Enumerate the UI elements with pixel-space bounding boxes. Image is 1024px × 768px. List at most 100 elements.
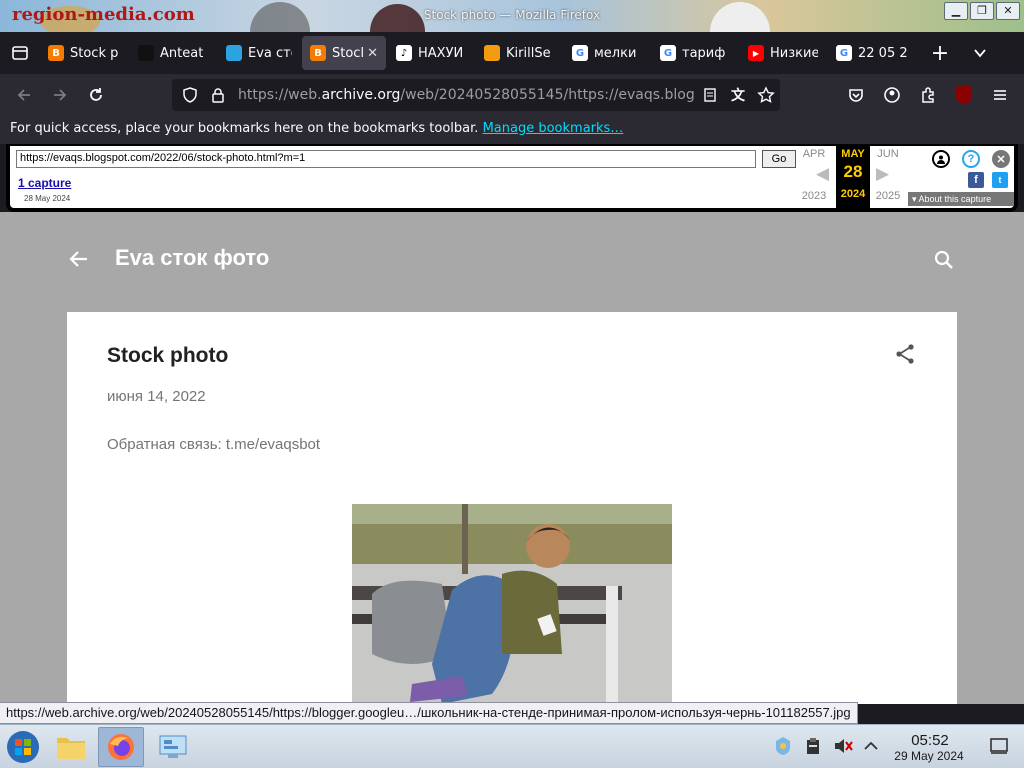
tray-network-icon[interactable] (772, 735, 794, 757)
captures-link[interactable]: 1 capture (18, 176, 71, 190)
post-body-text: Обратная связь: t.me/evaqsbot (107, 436, 321, 453)
tracking-protection-icon[interactable] (176, 81, 204, 109)
post-date: июня 14, 2022 (107, 388, 206, 405)
wayback-toolbar: https://evaqs.blogspot.com/2022/06/stock… (6, 144, 1018, 212)
tab-close-icon[interactable]: ✕ (367, 46, 378, 61)
bookmark-star-icon[interactable] (752, 81, 780, 109)
tab-9[interactable]: ▶ Низкие (740, 36, 826, 70)
window-titlebar: region-media.com Stock photo — Mozilla F… (0, 0, 1024, 32)
back-button[interactable] (6, 77, 42, 113)
prev-month-label[interactable]: APR (796, 148, 832, 160)
post-card: Stock photo июня 14, 2022 Обратная связь… (67, 312, 957, 704)
blog-title[interactable]: Eva сток фото (115, 245, 269, 271)
forward-button[interactable] (42, 77, 78, 113)
url-prefix: https://web. (238, 87, 322, 103)
tray-clipboard-icon[interactable] (802, 735, 824, 757)
google-icon: G (660, 45, 676, 61)
tab-label: Anteat (160, 45, 204, 61)
tab-6[interactable]: KirillSe (476, 36, 562, 70)
google-icon: G (836, 45, 852, 61)
search-icon[interactable] (932, 248, 956, 272)
wayback-url-input[interactable]: https://evaqs.blogspot.com/2022/06/stock… (16, 150, 756, 168)
bookmarks-toolbar: For quick access, place your bookmarks h… (0, 116, 1024, 144)
current-day: 28 (843, 162, 863, 181)
menu-icon[interactable] (982, 77, 1018, 113)
google-icon: G (572, 45, 588, 61)
page-content: Eva сток фото Stock photo июня 14, 2022 … (0, 212, 1024, 704)
tab-label: Низкие (770, 45, 818, 61)
manage-bookmarks-link[interactable]: Manage bookmarks… (483, 121, 624, 136)
new-tab-button[interactable]: + (920, 32, 960, 74)
share-icon[interactable] (893, 342, 917, 366)
tab-label: 22 05 2 (858, 45, 908, 61)
help-icon[interactable]: ? (962, 150, 980, 168)
close-button[interactable]: ✕ (996, 2, 1020, 20)
tray-overflow-chevron-icon[interactable] (860, 735, 882, 757)
boy-on-bench-photo (352, 504, 672, 704)
tab-8[interactable]: Gтариф (652, 36, 738, 70)
control-panel-icon (159, 735, 187, 758)
start-button[interactable] (0, 727, 46, 767)
window-title: Stock photo — Mozilla Firefox (423, 8, 601, 22)
about-capture-button[interactable]: ▾ About this capture (908, 192, 1014, 206)
tab-2[interactable]: Anteat (130, 36, 216, 70)
url-text[interactable]: https://web.archive.org/web/202405280551… (238, 87, 696, 103)
minimize-button[interactable]: ▁ (944, 2, 968, 20)
blogger-icon: B (310, 45, 326, 61)
url-host: archive.org (321, 87, 401, 103)
captures-date: 28 May 2024 (24, 194, 71, 203)
wayback-account-icon[interactable] (932, 150, 950, 168)
facebook-icon[interactable]: f (968, 172, 984, 188)
wayback-go-button[interactable]: Go (762, 150, 796, 168)
maximize-button[interactable]: ❐ (970, 2, 994, 20)
telegram-icon (226, 45, 242, 61)
tab-7[interactable]: Gмелки (564, 36, 650, 70)
post-title[interactable]: Stock photo (107, 344, 228, 368)
tab-overflow-button[interactable] (960, 32, 1000, 74)
firefox-icon (108, 734, 134, 760)
tab-3[interactable]: Eva сто (218, 36, 300, 70)
reload-button[interactable] (78, 77, 114, 113)
pocket-icon[interactable] (838, 77, 874, 113)
next-year-label[interactable]: 2025 (870, 190, 906, 202)
extensions-icon[interactable] (910, 77, 946, 113)
close-toolbar-icon[interactable]: ✕ (992, 150, 1010, 168)
translate-icon[interactable]: 文 (724, 81, 752, 109)
current-capture-date: MAY 28 2024 (836, 146, 870, 208)
blogger-icon: B (48, 45, 64, 61)
firefox-view-button[interactable] (0, 32, 40, 74)
prev-capture-arrow[interactable]: ◀ (816, 164, 829, 184)
clock-date[interactable]: 29 May 2024 (884, 749, 974, 763)
tab-label: KirillSe (506, 45, 551, 61)
ublock-icon[interactable] (946, 77, 982, 113)
youtube-icon: ▶ (748, 45, 764, 61)
back-arrow-icon[interactable] (66, 246, 92, 272)
tab-label: мелки (594, 45, 637, 61)
lock-icon[interactable] (204, 81, 232, 109)
tab-list: B Stock p Anteat Eva сто B Stock ✕ ♪ НАХУЙ Kirill… (40, 36, 920, 70)
prev-year-label[interactable]: 2023 (796, 190, 832, 202)
clock-time[interactable]: 05:52 (890, 732, 970, 749)
tab-5[interactable]: ♪ НАХУЙ (388, 36, 474, 70)
next-month-label[interactable]: JUN (870, 148, 906, 160)
tab-10[interactable]: G 22 05 2 (828, 36, 918, 70)
post-image[interactable] (352, 504, 672, 704)
taskbar-control-panel[interactable] (150, 727, 196, 767)
volume-muted-icon[interactable] (832, 735, 854, 757)
url-bar[interactable]: https://web.archive.org/web/202405280551… (172, 79, 780, 111)
taskbar-file-manager[interactable] (48, 727, 94, 767)
tab-1[interactable]: B Stock p (40, 36, 128, 70)
current-month: MAY (841, 148, 865, 160)
tiktok-icon: ♪ (396, 45, 412, 61)
twitter-icon[interactable]: t (992, 172, 1008, 188)
taskbar-firefox[interactable] (98, 727, 144, 767)
tab-4[interactable]: B Stock ✕ (302, 36, 386, 70)
folder-icon (57, 738, 85, 759)
account-icon[interactable] (874, 77, 910, 113)
fruit-icon (484, 45, 500, 61)
windows-start-icon (7, 731, 39, 763)
reader-view-icon[interactable] (696, 81, 724, 109)
chevron-down-icon (974, 49, 986, 58)
show-desktop-icon[interactable] (988, 735, 1010, 757)
next-capture-arrow[interactable]: ▶ (876, 164, 889, 184)
